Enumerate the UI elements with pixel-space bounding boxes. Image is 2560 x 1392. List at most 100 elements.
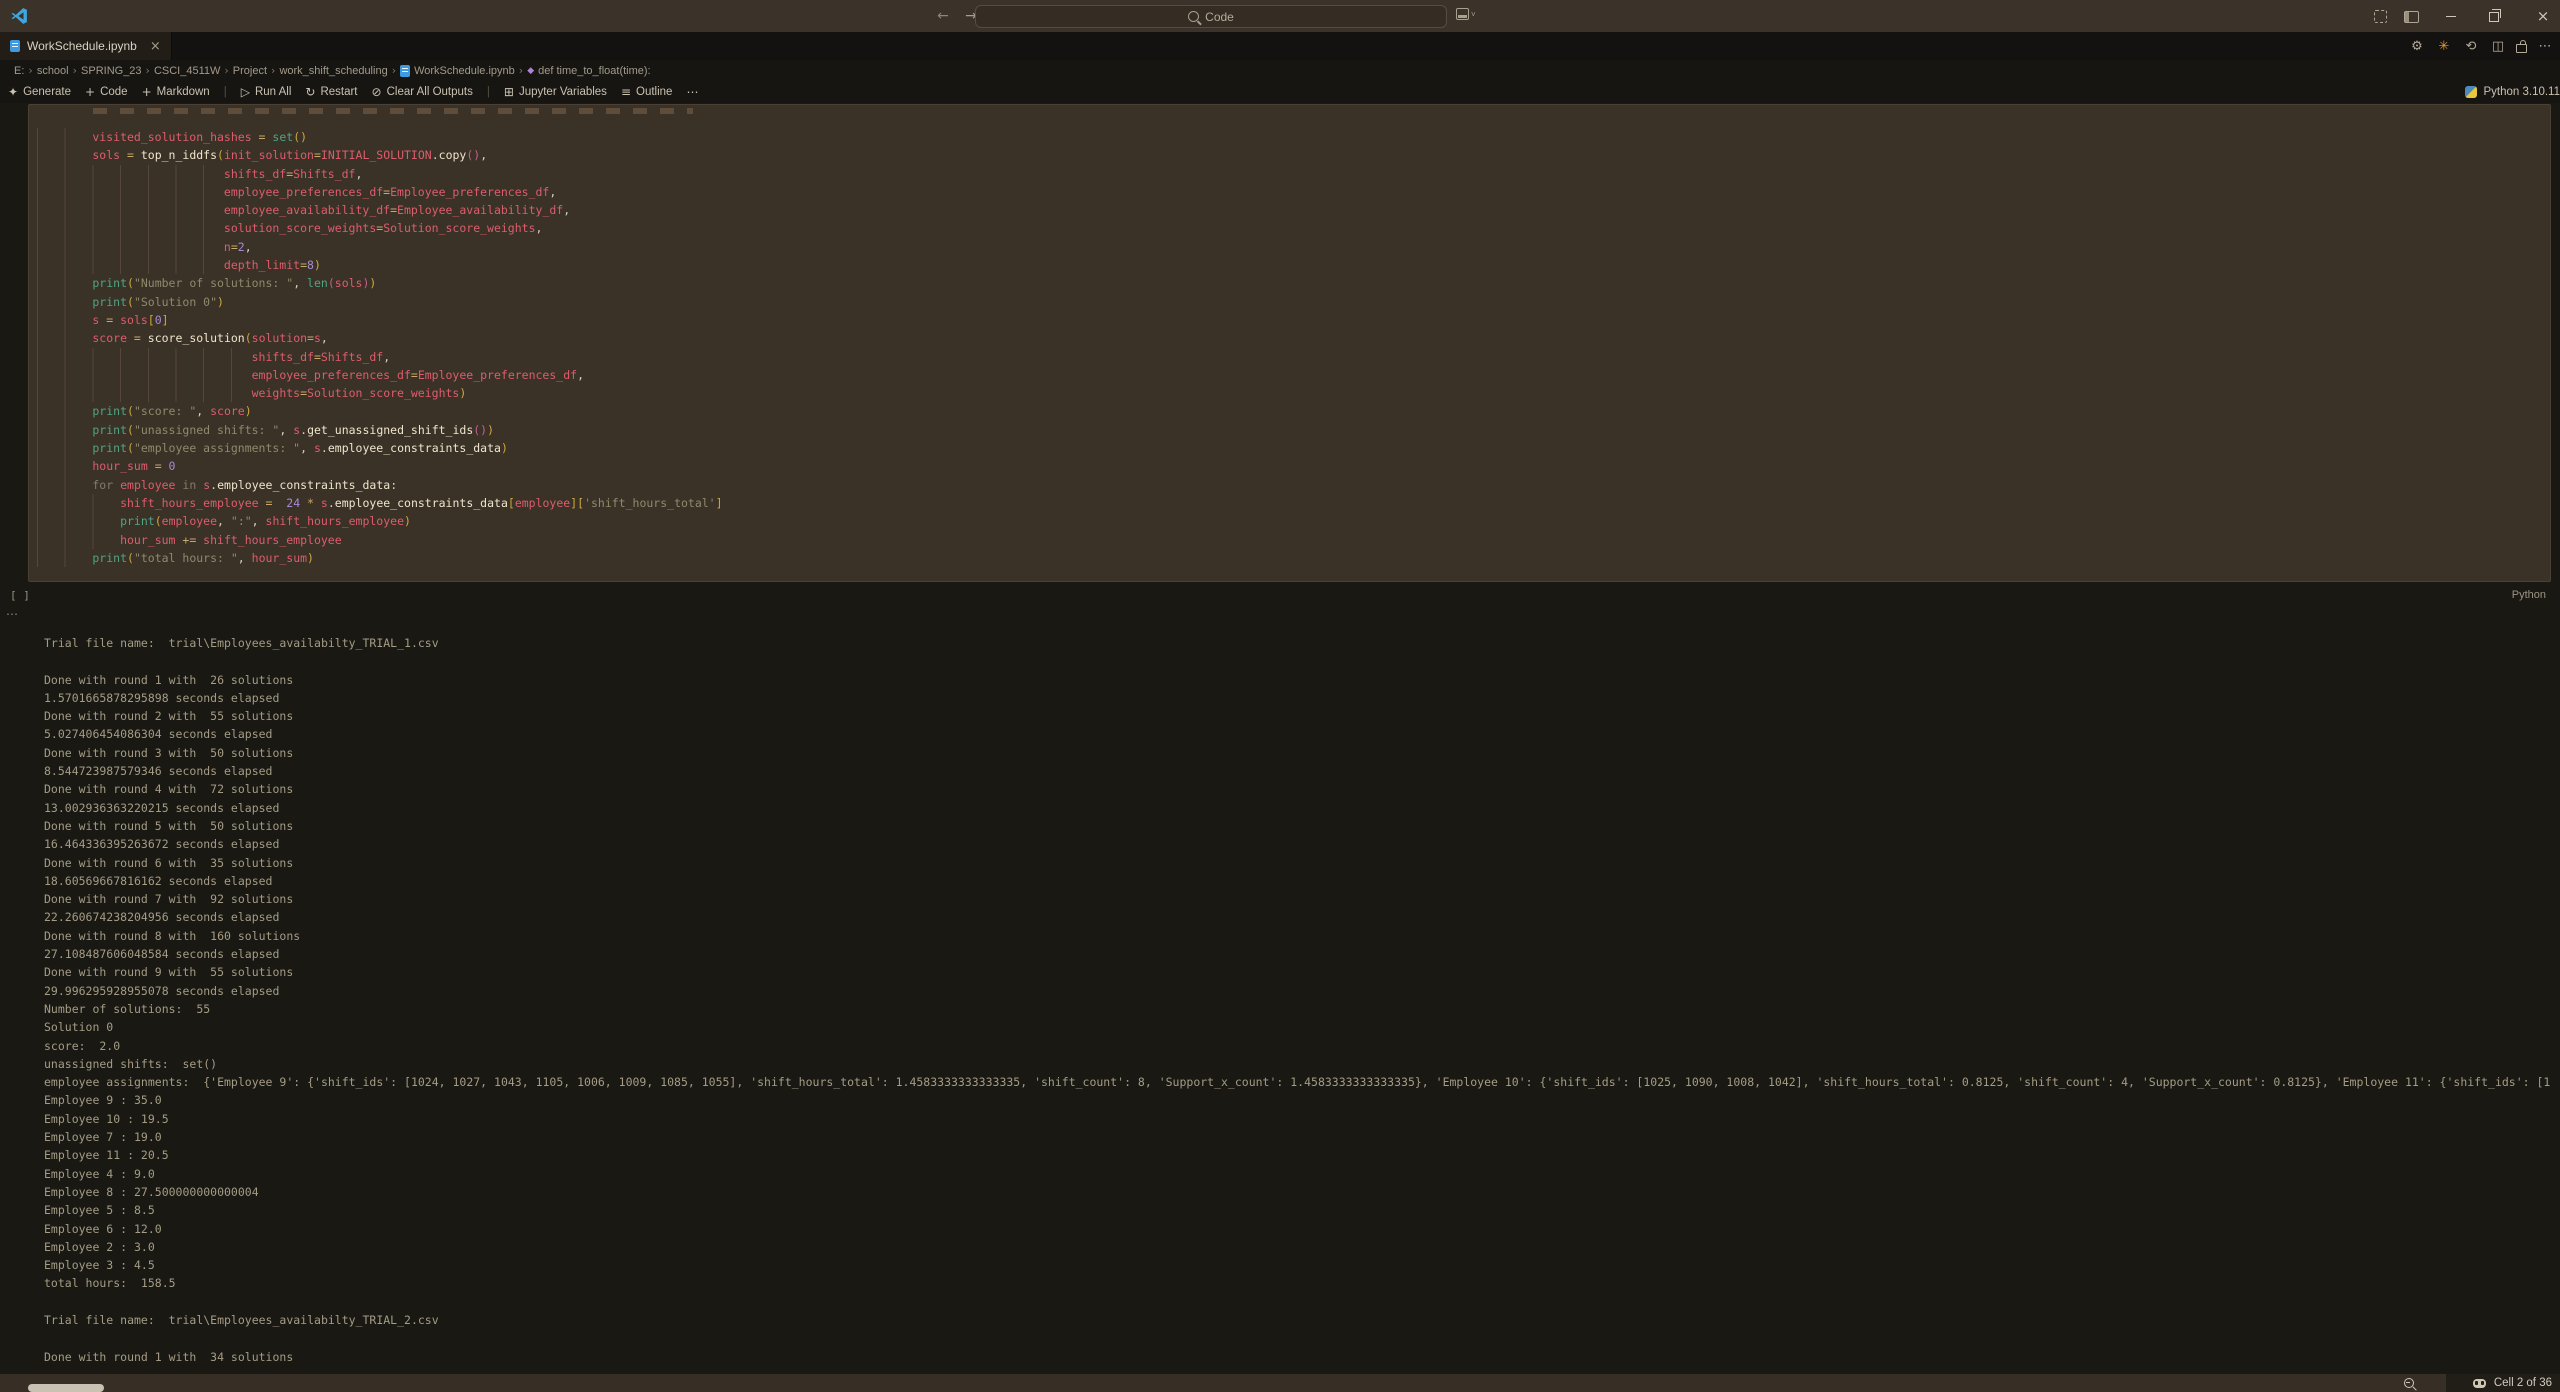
zoom-out-icon[interactable] [2404, 1378, 2414, 1388]
output-line: Done with round 8 with 160 solutions [44, 927, 2560, 945]
customize-layout-icon[interactable] [2374, 10, 2387, 23]
restart-button[interactable]: ↻Restart [305, 85, 357, 99]
jupyter-variables-button[interactable]: ⊞Jupyter Variables [504, 85, 607, 99]
outline-button[interactable]: ≡Outline [621, 85, 673, 99]
output-line: Solution 0 [44, 1018, 2560, 1036]
output-line: Employee 3 : 4.5 [44, 1256, 2560, 1274]
output-line: Employee 2 : 3.0 [44, 1238, 2560, 1256]
output-line: Done with round 1 with 26 solutions [44, 671, 2560, 689]
maximize-restore-button[interactable] [2478, 0, 2512, 32]
output-line: 16.464336395263672 seconds elapsed [44, 835, 2560, 853]
code-line: sols = top_n_iddfs(init_solution=INITIAL… [37, 146, 2550, 164]
output-line: Done with round 1 with 34 solutions [44, 1348, 2560, 1366]
cell-language-indicator[interactable]: Python [2512, 589, 2546, 601]
output-overflow-button[interactable]: ⋯ [6, 607, 18, 621]
output-line: 18.60569667816162 seconds elapsed [44, 872, 2560, 890]
breadcrumb: E:›school›SPRING_23›CSCI_4511W›Project›w… [0, 60, 2560, 81]
code-line: solution_score_weights=Solution_score_we… [37, 219, 2550, 237]
code-line: employee_availability_df=Employee_availa… [37, 201, 2550, 219]
status-bar: Cell 2 of 36 [0, 1374, 2560, 1392]
breadcrumb-item[interactable]: ◆def time_to_float(time): [527, 65, 650, 77]
output-line: Employee 7 : 19.0 [44, 1128, 2560, 1146]
minimize-button[interactable] [2434, 0, 2468, 32]
symbol-method-icon: ◆ [527, 66, 534, 76]
output-line: 27.108487606048584 seconds elapsed [44, 945, 2560, 963]
unlock-icon[interactable] [2516, 44, 2527, 53]
kernel-picker[interactable]: Python 3.10.11 [2465, 81, 2560, 103]
chevron-down-icon: ˅ [1471, 10, 1476, 19]
breadcrumb-item[interactable]: SPRING_23 [81, 65, 142, 77]
code-line: depth_limit=8) [37, 256, 2550, 274]
output-line: unassigned shifts: set() [44, 1055, 2560, 1073]
split-editor-icon[interactable]: ◫ [2489, 39, 2507, 54]
output-line: 13.002936363220215 seconds elapsed [44, 799, 2560, 817]
outline-button-icon: ≡ [621, 85, 631, 99]
add-code-cell-button[interactable]: +Code [85, 85, 128, 99]
vscode-logo-icon [10, 7, 28, 25]
toolbar-separator: | [224, 86, 227, 98]
code-editor-content: visited_solution_hashes = set()sols = to… [37, 128, 2550, 567]
output-line: score: 2.0 [44, 1037, 2560, 1055]
output-line: Employee 5 : 8.5 [44, 1201, 2560, 1219]
toggle-panel-icon[interactable] [2404, 11, 2419, 23]
nav-back-icon[interactable]: ← [932, 5, 954, 27]
breadcrumb-item[interactable]: E: [14, 65, 24, 77]
code-line: score = score_solution(solution=s, [37, 329, 2550, 347]
clear-all-outputs-button-icon: ⊘ [372, 85, 382, 99]
horizontal-scrollbar-thumb[interactable] [28, 1384, 104, 1392]
code-line: hour_sum = 0 [37, 457, 2550, 475]
editor-layout-dropdown[interactable]: ˅ [1456, 8, 1476, 20]
tab-close-icon[interactable]: × [150, 39, 161, 54]
editor-actions: ⚙ ✳ ⟲ ◫ ⋯ [2408, 32, 2554, 60]
notebook-panel: visited_solution_hashes = set()sols = to… [0, 103, 2560, 1374]
more-actions-icon[interactable]: ⋯ [2536, 39, 2554, 54]
cell-position-indicator[interactable]: Cell 2 of 36 [2494, 1377, 2552, 1389]
kernel-history-icon[interactable]: ⟲ [2462, 39, 2480, 54]
code-line: weights=Solution_score_weights) [37, 384, 2550, 402]
breadcrumb-item[interactable]: school [37, 65, 69, 77]
output-line: Trial file name: trial\Employees_availab… [44, 1311, 2560, 1329]
output-line: Done with round 6 with 35 solutions [44, 854, 2560, 872]
output-line: Number of solutions: 55 [44, 1000, 2560, 1018]
command-center-search[interactable]: Code [975, 5, 1447, 28]
output-line: Employee 11 : 20.5 [44, 1146, 2560, 1164]
editor-layout-icon [1456, 8, 1469, 20]
notebook-file-icon [400, 65, 410, 77]
breadcrumb-item[interactable]: work_shift_scheduling [279, 65, 387, 77]
add-code-cell-button-icon: + [85, 85, 95, 99]
status-bar-right: Cell 2 of 36 [2446, 1374, 2560, 1392]
output-line: Employee 10 : 19.5 [44, 1110, 2560, 1128]
run-all-button[interactable]: ▷Run All [241, 85, 292, 99]
output-line: employee assignments: {'Employee 9': {'s… [44, 1073, 2560, 1091]
toolbar-more-button-icon: ⋯ [686, 85, 698, 99]
code-line: employee_preferences_df=Employee_prefere… [37, 366, 2550, 384]
copilot-icon[interactable] [2473, 1379, 2486, 1388]
code-line: shifts_df=Shifts_df, [37, 165, 2550, 183]
breadcrumb-separator: › [519, 64, 523, 77]
output-line: Done with round 7 with 92 solutions [44, 890, 2560, 908]
notebook-file-icon [10, 40, 20, 52]
toolbar-more-button[interactable]: ⋯ [686, 85, 698, 99]
code-line: shift_hours_employee = 24 * s.employee_c… [37, 494, 2550, 512]
breadcrumb-item[interactable]: CSCI_4511W [154, 65, 220, 77]
generate-button[interactable]: ✦Generate [8, 85, 71, 99]
add-markdown-cell-button[interactable]: +Markdown [142, 85, 210, 99]
sparkle-icon[interactable]: ✳ [2435, 39, 2453, 54]
output-line: Done with round 5 with 50 solutions [44, 817, 2560, 835]
code-line: employee_preferences_df=Employee_prefere… [37, 183, 2550, 201]
breadcrumb-item[interactable]: Project [233, 65, 267, 77]
search-icon [1188, 11, 1199, 22]
breadcrumb-item[interactable]: WorkSchedule.ipynb [400, 65, 515, 77]
output-line [44, 1293, 2560, 1311]
search-label: Code [1205, 10, 1234, 24]
output-line: Done with round 2 with 55 solutions [44, 707, 2560, 725]
tab-workschedule-ipynb[interactable]: WorkSchedule.ipynb × [0, 32, 172, 60]
code-cell-editor[interactable]: visited_solution_hashes = set()sols = to… [28, 104, 2551, 582]
output-line: Employee 6 : 12.0 [44, 1220, 2560, 1238]
code-line: print("score: ", score) [37, 402, 2550, 420]
close-window-button[interactable]: × [2526, 0, 2560, 32]
breadcrumb-separator: › [73, 64, 77, 77]
settings-gear-icon[interactable]: ⚙ [2408, 39, 2426, 54]
output-line: 22.260674238204956 seconds elapsed [44, 908, 2560, 926]
clear-all-outputs-button[interactable]: ⊘Clear All Outputs [372, 85, 473, 99]
